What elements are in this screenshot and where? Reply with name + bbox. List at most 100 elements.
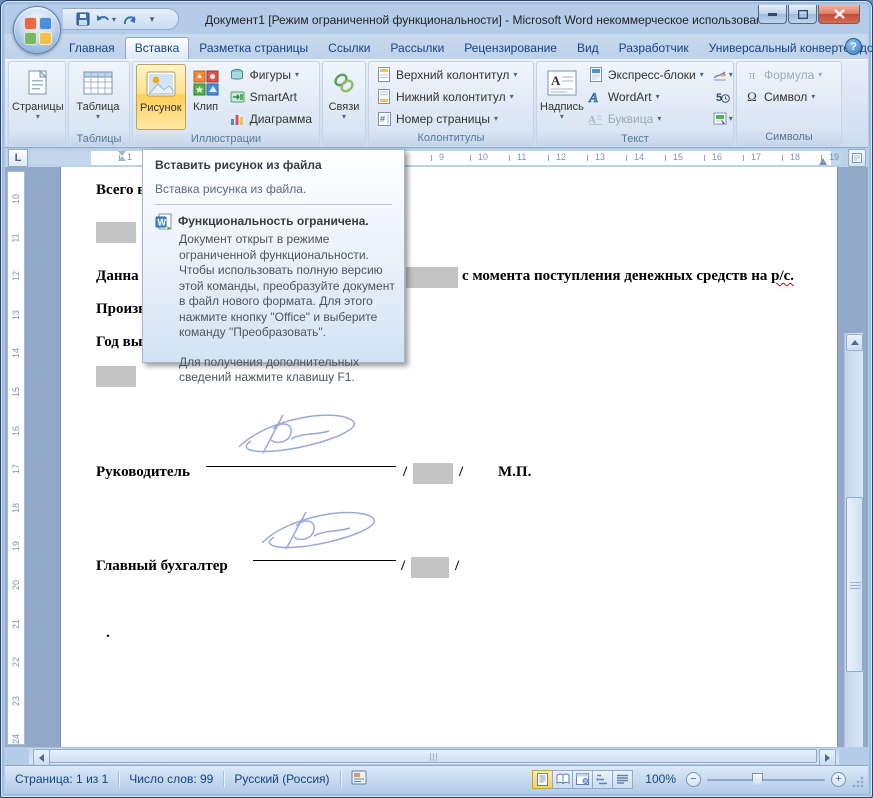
picture-button[interactable]: Рисунок [136,64,186,130]
horizontal-scrollbar[interactable] [29,747,839,766]
ruler-number: 15 [673,152,684,162]
office-logo-icon [24,17,37,30]
scroll-left-button[interactable] [33,749,50,766]
textbox-button[interactable]: A Надпись ▾ [540,64,584,130]
slash-separator: / [459,464,464,480]
chart-button[interactable]: Диаграмма [226,108,316,129]
wordart-button[interactable]: A WordArt ▾ [584,86,708,107]
object-button[interactable]: ▾ [710,108,736,129]
signature-line-button[interactable]: ▾ [710,64,736,85]
chevron-down-icon: ▾ [513,70,518,79]
links-button[interactable]: Связи ▾ [326,64,362,130]
proofing-status-button[interactable] [341,770,377,788]
textbox-icon: A [545,67,579,99]
doc-line-year: Год вы [96,334,142,350]
close-button[interactable] [818,5,860,24]
smartart-icon [230,89,246,105]
ruler-number: 12 [11,271,22,282]
office-button[interactable] [13,6,61,54]
help-button[interactable]: ? [845,38,862,55]
chevron-down-icon: ▾ [341,112,346,121]
tab-view[interactable]: Вид [567,37,609,59]
zoom-slider-thumb[interactable] [752,772,763,786]
save-button[interactable] [73,10,93,28]
ruler-number: 12 [556,152,567,162]
ruler-number: 17 [11,464,22,475]
redo-icon [123,15,136,24]
vertical-ruler[interactable]: 10 11 12 13 14 15 16 17 18 19 20 21 22 23 24 [7,171,25,745]
minimize-button[interactable] [758,5,787,24]
svg-text:5: 5 [716,92,722,103]
scroll-right-button[interactable] [819,749,836,766]
slash-separator: / [403,464,408,480]
ruler-number: 23 [11,695,22,706]
redo-button[interactable] [119,10,139,28]
footer-button[interactable]: Нижний колонтитул ▾ [372,86,521,107]
chevron-down-icon: ▾ [509,92,514,101]
smartart-button[interactable]: SmartArt [226,86,316,107]
shapes-button[interactable]: Фигуры ▾ [226,64,316,85]
pages-button[interactable]: Страницы ▾ [12,64,64,130]
equation-button: π Формула ▾ [740,64,826,85]
tab-selector-button[interactable]: L [8,149,28,167]
word-document-icon: W [155,213,172,230]
word-count-status[interactable]: Число слов: 99 [119,772,223,786]
vertical-scrollbar-thumb[interactable] [846,497,863,672]
zoom-level[interactable]: 100% [641,772,680,786]
draft-view-button[interactable] [612,769,634,789]
indent-marker[interactable] [117,151,126,165]
ribbon: Страницы ▾ Таблица ▾ Таблицы Рисунок Кли… [5,59,868,148]
tab-mailings[interactable]: Рассылки [380,37,454,59]
quick-parts-button[interactable]: Экспресс-блоки ▾ [584,64,708,85]
table-button[interactable]: Таблица ▾ [72,64,124,130]
zoom-in-button[interactable]: + [831,771,846,787]
ruler-row: L 12345678910111213141516171819 [5,149,868,167]
header-button[interactable]: Верхний колонтитул ▾ [372,64,521,85]
tab-home[interactable]: Главная [59,37,125,59]
ruler-toggle-button[interactable] [848,149,866,167]
shapes-label: Фигуры [249,67,291,82]
ruler-number: 21 [11,618,22,629]
ruler-number: 14 [11,348,22,359]
page-icon [21,67,55,99]
web-layout-view-button[interactable] [572,769,594,789]
doc-trailing-period: . [106,625,110,641]
outline-view-button[interactable] [592,769,614,789]
ruler-number: 24 [11,734,22,745]
tab-developer[interactable]: Разработчик [609,37,699,59]
language-status[interactable]: Русский (Россия) [224,772,339,786]
date-time-button[interactable]: 5 [710,86,736,107]
scroll-up-button[interactable] [846,334,863,351]
equation-label: Формула [764,67,815,82]
full-screen-reading-view-button[interactable] [552,769,574,789]
zoom-out-button[interactable]: − [686,771,701,787]
ruler-number: 13 [595,152,606,162]
tab-page-layout[interactable]: Разметка страницы [189,37,318,59]
pi-icon: π [748,66,756,82]
redacted-value [411,557,449,578]
symbol-button[interactable]: Ω Символ ▾ [740,86,826,107]
status-bar: Страница: 1 из 1 Число слов: 99 Русский … [5,765,868,792]
undo-button[interactable]: ▾ [96,10,116,28]
customize-qat-button[interactable]: ▾ [142,10,162,28]
window-resize-grip[interactable] [852,776,864,788]
page-count-status[interactable]: Страница: 1 из 1 [5,772,118,786]
clip-art-icon [189,67,223,99]
restore-button[interactable] [788,5,817,24]
undo-dropdown-arrow[interactable]: ▾ [112,15,116,24]
zoom-slider[interactable] [707,772,825,787]
print-layout-view-button[interactable] [532,769,554,789]
signature-underline [206,451,396,467]
tab-review[interactable]: Рецензирование [454,37,567,59]
group-label-text: Текст [537,132,733,145]
tab-insert[interactable]: Вставка [124,37,190,59]
group-text: A Надпись ▾ Экспресс-блоки ▾ A WordArt ▾… [536,61,734,146]
clip-art-button[interactable]: Клип [186,64,226,130]
ruler-number: 17 [751,152,762,162]
vertical-scrollbar[interactable] [844,333,863,747]
tab-references[interactable]: Ссылки [318,37,380,59]
page-number-button[interactable]: # Номер страницы ▾ [372,108,521,129]
shapes-icon [230,67,246,83]
right-indent-marker[interactable] [819,158,827,165]
horizontal-scrollbar-thumb[interactable] [49,749,817,763]
